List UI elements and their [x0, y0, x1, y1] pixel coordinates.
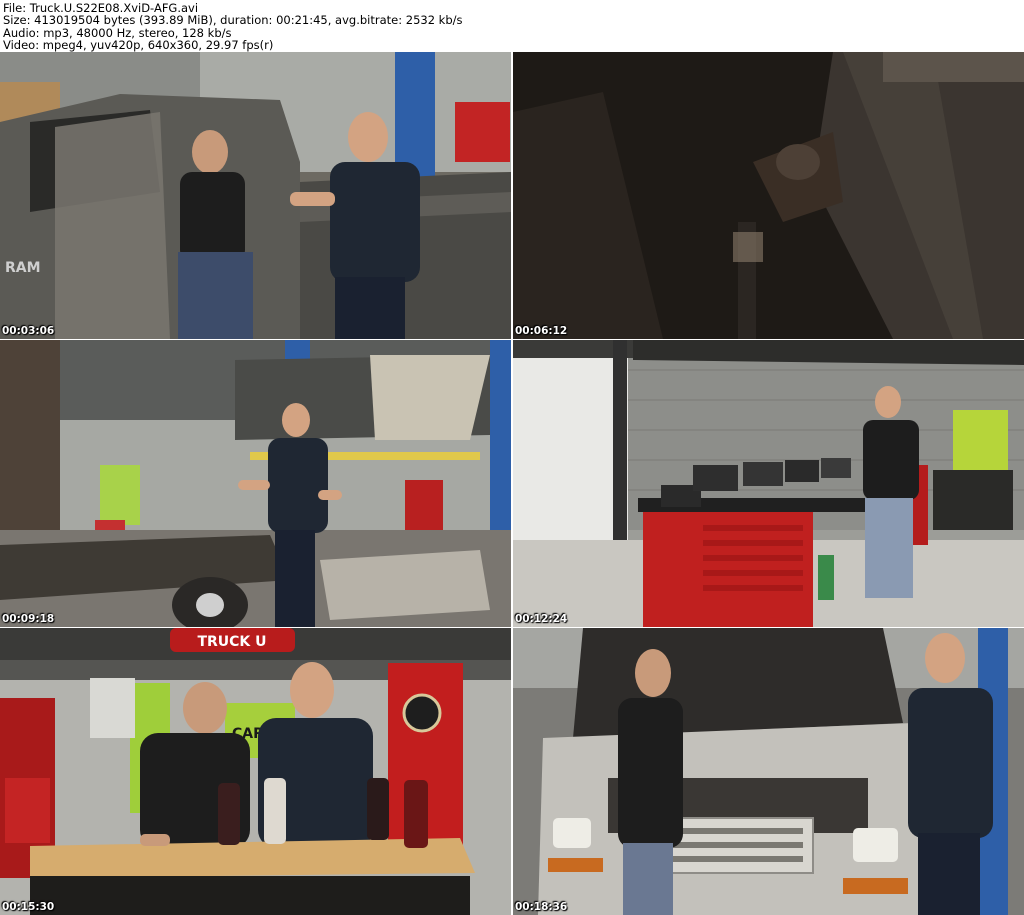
thumbnail-5[interactable]: TRUCK U CARLI 00:15:30	[0, 628, 511, 915]
thumbnail-1[interactable]: RAM 00:03:06	[0, 52, 511, 339]
timestamp-1: 00:03:06	[2, 325, 55, 337]
timestamp-5: 00:15:30	[2, 901, 55, 913]
thumbnail-6-image	[513, 628, 1024, 915]
timestamp-3: 00:09:18	[2, 613, 55, 625]
truck-u-sign: TRUCK U	[197, 634, 266, 650]
file-size-line: Size: 413019504 bytes (393.89 MiB), dura…	[3, 13, 463, 28]
thumbnail-2[interactable]: 00:06:12	[513, 52, 1024, 339]
thumbnail-1-image: RAM	[0, 52, 511, 339]
ram-badge: RAM	[5, 260, 41, 276]
thumbnail-4-image	[513, 340, 1024, 627]
thumbnail-2-image	[513, 52, 1024, 339]
thumbnail-5-image: TRUCK U CARLI	[0, 628, 511, 915]
thumbnail-3[interactable]: 00:09:18	[0, 340, 511, 627]
thumbnail-4[interactable]: 00:12:24	[513, 340, 1024, 627]
timestamp-4: 00:12:24	[515, 613, 568, 625]
timestamp-6: 00:18:36	[515, 901, 568, 913]
video-info-line: Video: mpeg4, yuv420p, 640x360, 29.97 fp…	[3, 38, 274, 53]
thumbnail-6[interactable]: 00:18:36	[513, 628, 1024, 915]
timestamp-2: 00:06:12	[515, 325, 568, 337]
file-info-header: File: Truck.U.S22E08.XviD-AFG.avi Size: 4…	[3, 2, 1021, 52]
thumbnail-3-image	[0, 340, 511, 627]
